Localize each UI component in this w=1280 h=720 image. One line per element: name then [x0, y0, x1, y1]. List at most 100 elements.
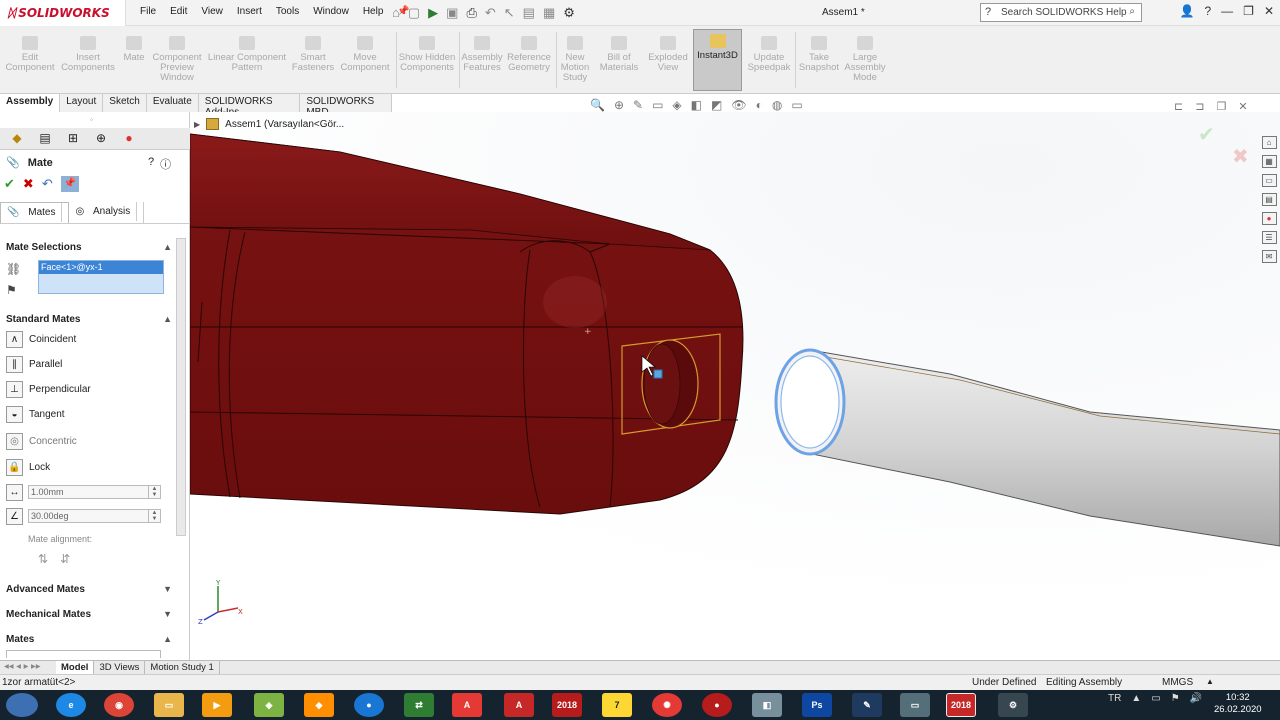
panel-collapse-handle[interactable]: ◦: [90, 115, 93, 124]
status-units[interactable]: MMGS: [1162, 677, 1193, 688]
zoom-to-fit-icon[interactable]: 🔍: [590, 98, 605, 112]
open-icon[interactable]: ▶: [428, 5, 438, 21]
feature-tree-breadcrumb[interactable]: ▶ Assem1 (Varsayılan<Gör...: [194, 118, 344, 130]
undo-icon[interactable]: ↶: [485, 5, 496, 21]
angle-spinner[interactable]: ▲ ▼: [148, 510, 160, 522]
tab-solidworks-mbd[interactable]: SOLIDWORKS MBD: [300, 94, 392, 118]
tab-solidworks-add-ins[interactable]: SOLIDWORKS Add-Ins: [198, 94, 301, 118]
tab-layout[interactable]: Layout: [60, 94, 104, 112]
file-explorer-icon[interactable]: ▭: [1261, 174, 1277, 187]
solidworks-resources-icon[interactable]: ⌂: [1261, 136, 1277, 149]
linear-component-pattern-button[interactable]: Linear Component Pattern: [206, 32, 288, 73]
concentric-mate[interactable]: ◎ Concentric: [6, 433, 77, 450]
app-icon-8[interactable]: ✎: [852, 693, 882, 717]
menu-window[interactable]: Window: [313, 6, 349, 17]
insert-components-button[interactable]: Insert Components: [58, 32, 118, 73]
solidworks-logo-area[interactable]: ᛞ SOLIDWORKS: [0, 0, 126, 26]
system-clock[interactable]: 10:32 26.02.2020: [1214, 692, 1262, 716]
distance-spinner[interactable]: ▲ ▼: [148, 486, 160, 498]
app-icon-3[interactable]: ●: [354, 693, 384, 717]
distance-mate[interactable]: ↔: [6, 484, 23, 501]
search-help-field[interactable]: ? Search SOLIDWORKS Help ⌕: [980, 3, 1142, 22]
reference-geometry-button[interactable]: Reference Geometry: [506, 32, 552, 73]
ok-checkmark-icon[interactable]: ✔: [4, 176, 15, 192]
distance-input[interactable]: 1.00mm ▲ ▼: [28, 485, 161, 499]
file-properties-icon[interactable]: ▦: [543, 5, 555, 21]
show-hidden-components-button[interactable]: Show Hidden Components: [398, 32, 456, 73]
mates-list-box[interactable]: [6, 650, 161, 658]
tab-sketch[interactable]: Sketch: [103, 94, 147, 112]
flag-icon[interactable]: ⚑: [1171, 693, 1180, 704]
exploded-view-button[interactable]: Exploded View: [646, 32, 690, 73]
user-icon[interactable]: 👤: [1180, 4, 1195, 18]
expand-chevron-icon[interactable]: ▼: [163, 584, 172, 594]
panel-scrollbar[interactable]: [176, 238, 186, 536]
tray-arrow-icon[interactable]: ▲: [1131, 693, 1141, 704]
edit-component-button[interactable]: Edit Component: [4, 32, 56, 73]
undo-icon[interactable]: ↶: [42, 176, 53, 192]
solidworks-active-icon[interactable]: 2018: [946, 693, 976, 717]
app-icon-7[interactable]: ◧: [752, 693, 782, 717]
menu-file[interactable]: File: [140, 6, 156, 17]
acrobat-icon[interactable]: A: [452, 693, 482, 717]
home-icon[interactable]: ⌂: [392, 5, 400, 21]
tab-motion-study-1[interactable]: Motion Study 1: [145, 661, 220, 675]
previous-view-icon[interactable]: ✎: [633, 98, 643, 112]
tangent-mate[interactable]: ◒ Tangent: [6, 406, 65, 423]
save-icon[interactable]: ▣: [446, 5, 458, 21]
perpendicular-mate[interactable]: ⊥ Perpendicular: [6, 381, 91, 398]
tab-analysis[interactable]: ◎ Analysis: [69, 202, 145, 223]
internet-explorer-icon[interactable]: e: [56, 693, 86, 717]
standard-mates-header[interactable]: Standard Mates ▲: [0, 314, 176, 325]
design-library-icon[interactable]: ▦: [1261, 155, 1277, 168]
model-view[interactable]: + Y X Z: [190, 112, 1280, 660]
app-icon-6[interactable]: ✺: [652, 693, 682, 717]
section-view-icon[interactable]: ▭: [652, 98, 663, 112]
keep-visible-pin-icon[interactable]: 📌: [60, 176, 79, 192]
expand-arrow-icon[interactable]: ▶: [194, 120, 200, 129]
record-icon[interactable]: ●: [702, 693, 732, 717]
help-circle-icon[interactable]: ⓘ: [160, 156, 171, 172]
whats-wrong-icon[interactable]: ?: [148, 156, 154, 172]
collapse-chevron-icon[interactable]: ▲: [163, 314, 172, 324]
menu-view[interactable]: View: [201, 6, 223, 17]
menu-insert[interactable]: Insert: [237, 6, 262, 17]
selected-face-item[interactable]: Face<1>@yx-1: [39, 261, 163, 274]
menu-help[interactable]: Help: [363, 6, 384, 17]
dynamic-annotation-icon[interactable]: ◈: [672, 98, 681, 112]
windows-start-button[interactable]: [6, 693, 38, 717]
mate-selections-header[interactable]: Mate Selections ▲: [0, 242, 176, 253]
advanced-mates-header[interactable]: Advanced Mates ▼: [0, 584, 176, 595]
update-speedpak-button[interactable]: Update Speedpak: [746, 32, 792, 73]
lock-mate[interactable]: 🔒 Lock: [6, 459, 50, 476]
minimize-icon[interactable]: —: [1221, 4, 1233, 18]
entities-to-mate-list[interactable]: Face<1>@yx-1: [38, 260, 164, 294]
property-manager-icon[interactable]: ▤: [34, 128, 56, 148]
graphics-area[interactable]: + Y X Z: [190, 112, 1280, 660]
volume-icon[interactable]: 🔊: [1190, 693, 1202, 704]
solidworks-logo[interactable]: ᛞ SOLIDWORKS: [8, 2, 126, 24]
rebuild-icon[interactable]: ▤: [523, 5, 535, 21]
angle-mate[interactable]: ∠: [6, 508, 23, 525]
solidworks-taskbar-icon[interactable]: 2018: [552, 693, 582, 717]
view-palette-icon[interactable]: ▤: [1261, 193, 1277, 206]
move-component-button[interactable]: Move Component: [338, 32, 392, 73]
network-icon[interactable]: ▭: [1151, 693, 1160, 704]
tab-evaluate[interactable]: Evaluate: [146, 94, 199, 112]
edit-appearance-icon[interactable]: ◐: [756, 98, 763, 112]
configuration-manager-icon[interactable]: ⊞: [62, 128, 84, 148]
app-icon-4[interactable]: ⇄: [404, 693, 434, 717]
zoom-to-area-icon[interactable]: ⊕: [614, 98, 624, 112]
tab-assembly[interactable]: Assembly: [0, 94, 61, 112]
mate-button[interactable]: Mate: [120, 32, 148, 63]
tab-model[interactable]: Model: [56, 661, 95, 675]
custom-properties-icon[interactable]: ☰: [1261, 231, 1277, 244]
cancel-x-icon[interactable]: ✖: [23, 176, 34, 192]
options-gear-icon[interactable]: ⚙: [563, 5, 575, 21]
print-icon[interactable]: ⎙: [466, 5, 476, 21]
collapse-chevron-icon[interactable]: ▲: [163, 634, 172, 644]
forum-icon[interactable]: ✉: [1261, 250, 1277, 263]
aligned-icon[interactable]: ⇅: [38, 552, 48, 566]
chrome-icon[interactable]: ◉: [104, 693, 134, 717]
menu-edit[interactable]: Edit: [170, 6, 187, 17]
